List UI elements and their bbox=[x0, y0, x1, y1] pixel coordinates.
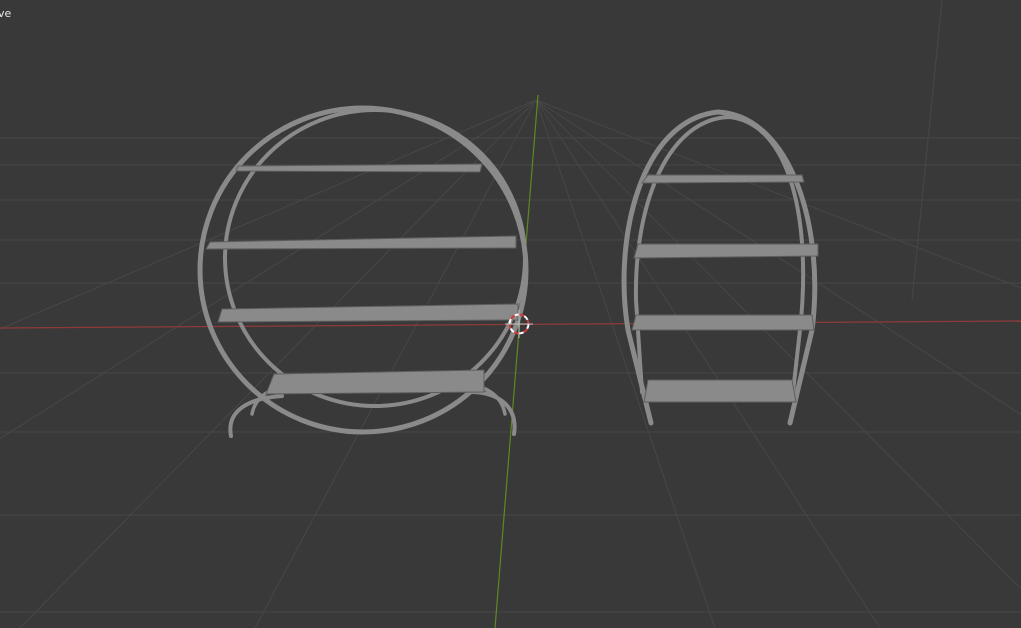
arched-shelf-boards bbox=[631, 174, 819, 403]
shelf-board-4 bbox=[265, 369, 485, 395]
arched-shelf-object[interactable] bbox=[621, 109, 818, 426]
arch-board-4 bbox=[643, 379, 797, 403]
3d-viewport[interactable]: ve bbox=[0, 0, 1021, 628]
shelf-board-3 bbox=[217, 303, 519, 323]
viewport-canvas[interactable] bbox=[0, 0, 1021, 628]
arch-board-2 bbox=[633, 243, 819, 259]
inner-ring bbox=[223, 108, 527, 408]
arch-board-1 bbox=[640, 174, 805, 184]
shelf-leg-right-front bbox=[468, 390, 517, 436]
arch-board-3 bbox=[631, 314, 815, 331]
viewport-mode-label: ve bbox=[0, 7, 12, 20]
shelf-board-2 bbox=[205, 235, 517, 250]
arch-outer bbox=[621, 109, 818, 426]
